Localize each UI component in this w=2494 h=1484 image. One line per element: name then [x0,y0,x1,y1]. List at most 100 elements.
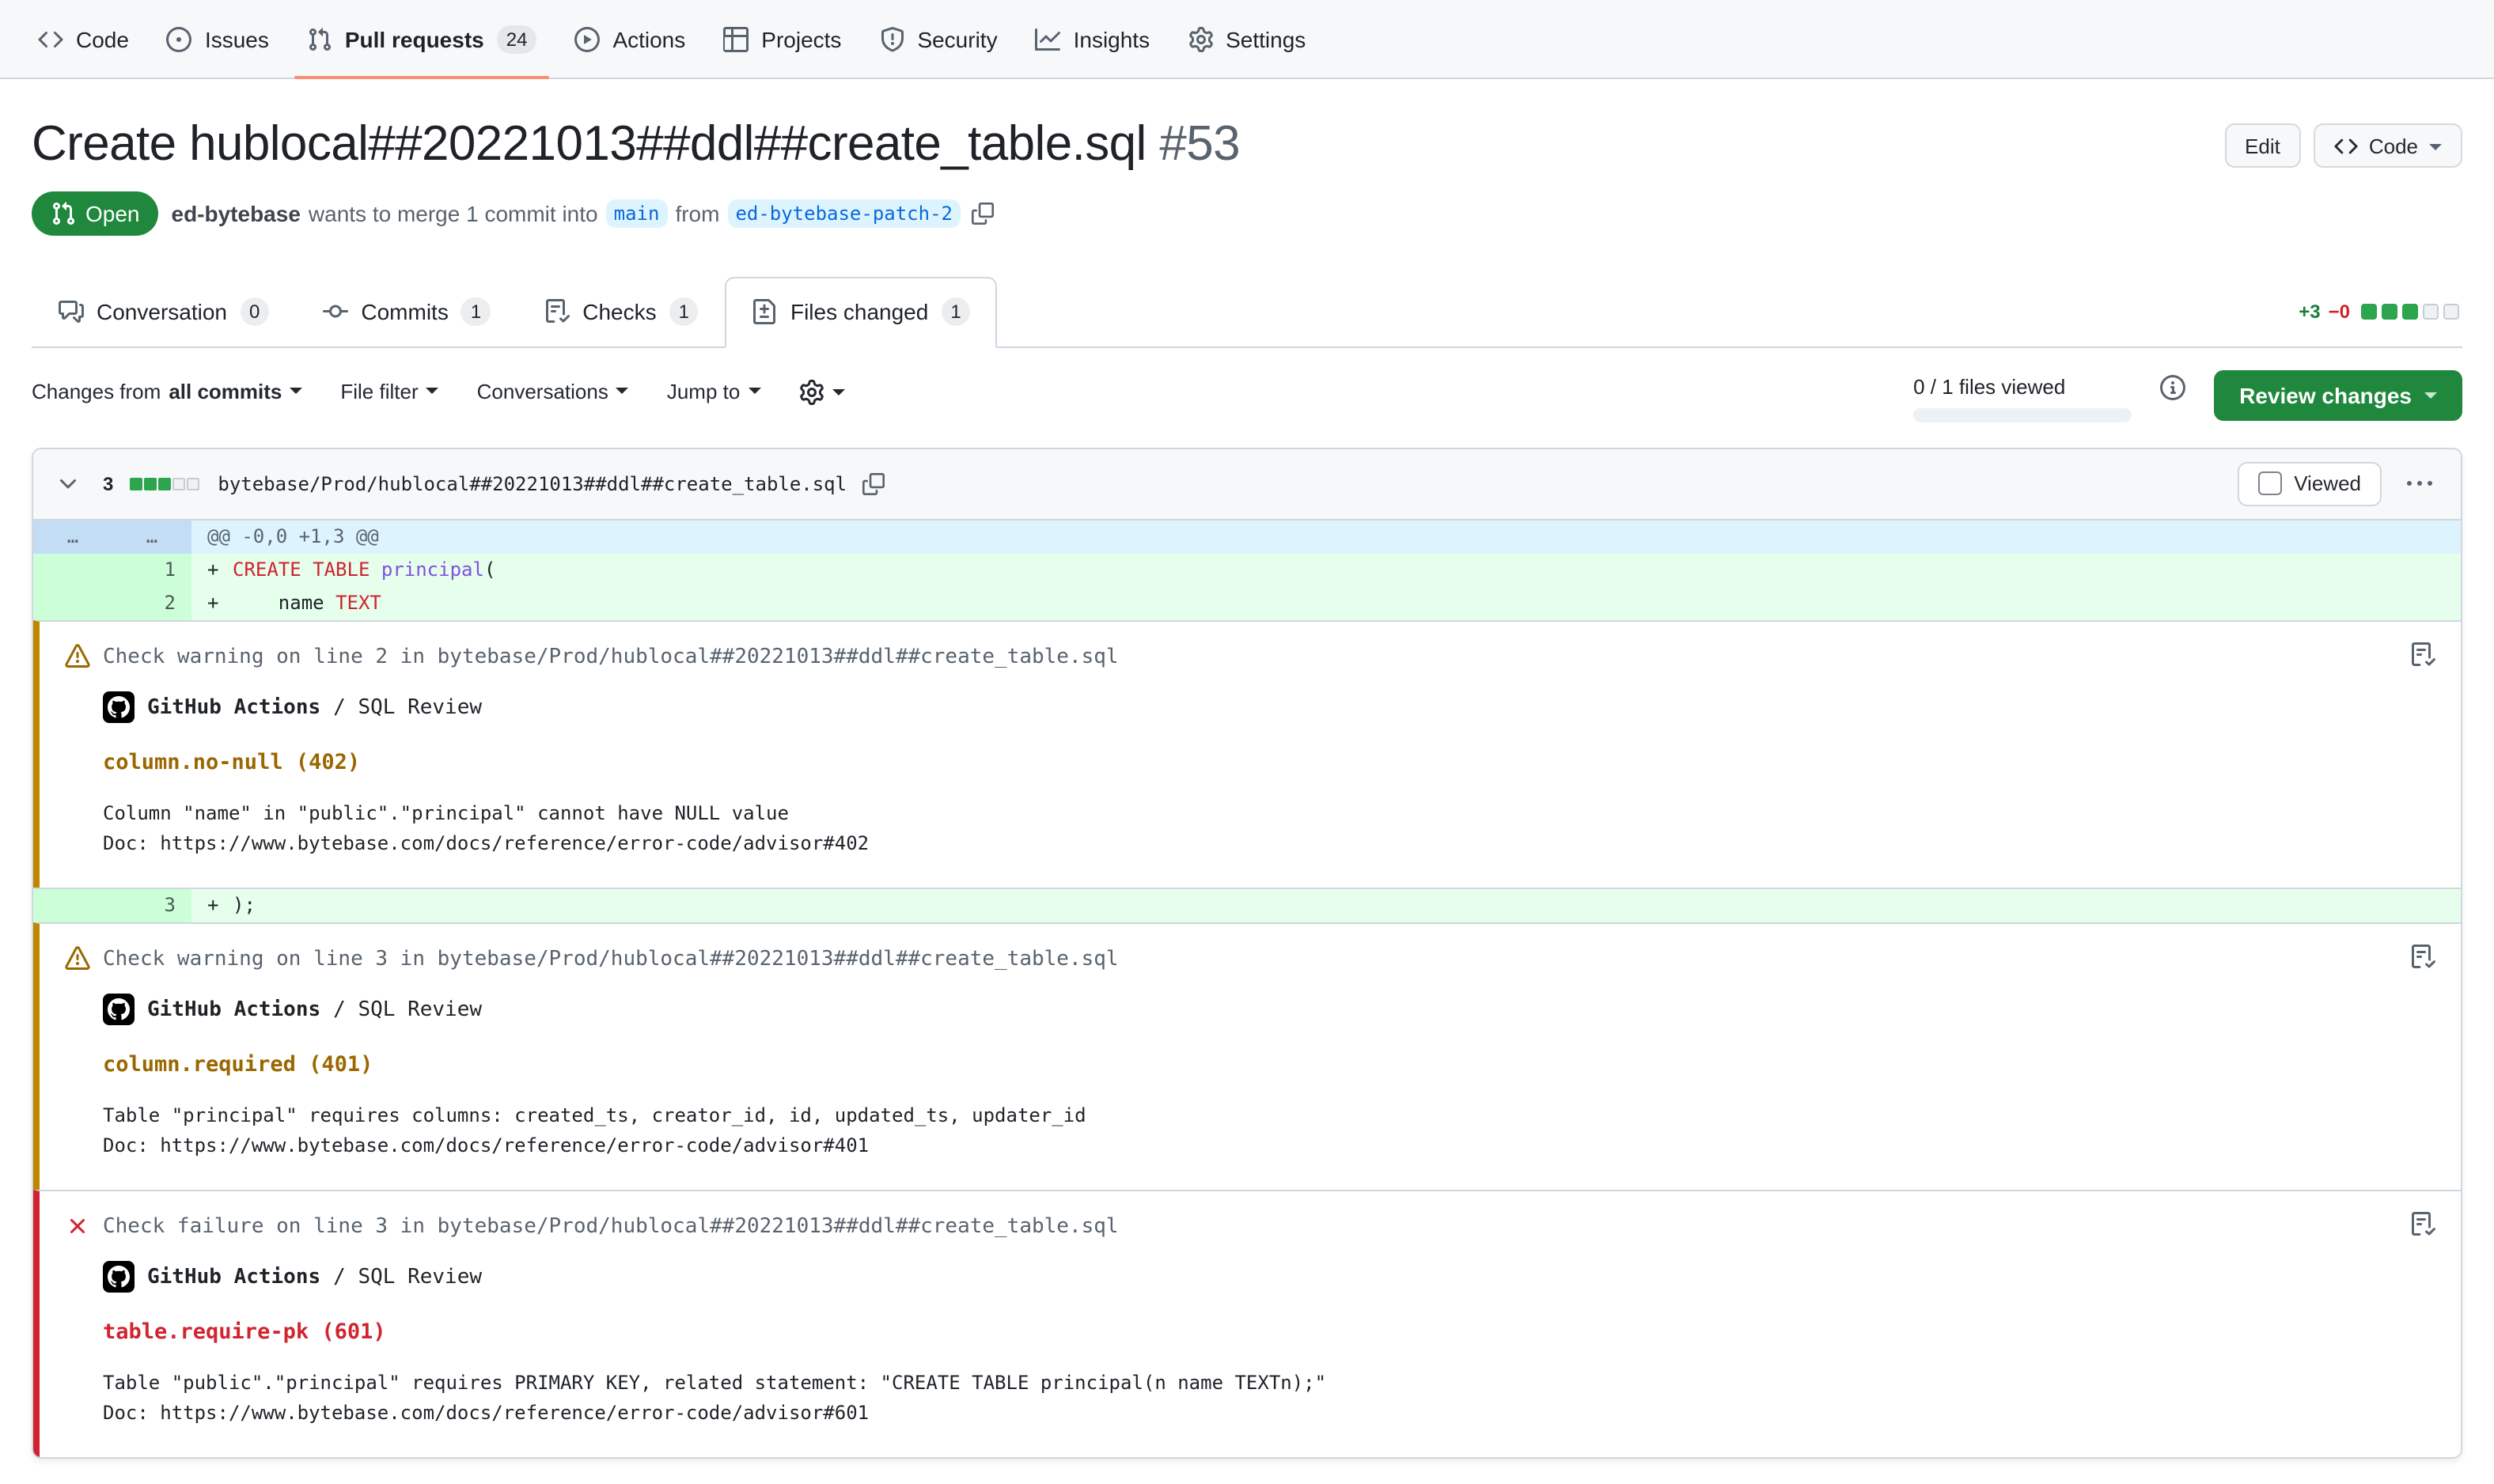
check-app-row: GitHub Actions / SQL Review [103,1261,2435,1294]
tab-files-changed[interactable]: Files changed 1 [726,277,998,348]
page-title: Create hublocal##20221013##ddl##create_t… [32,114,1240,176]
check-app-name: GitHub Actions [147,691,320,725]
tab-count: 0 [240,298,269,327]
avatar [103,692,135,724]
view-check-run-button[interactable] [2410,642,2435,668]
diff-settings-dropdown[interactable] [798,380,844,405]
review-area: 0 / 1 files viewed Review changes [1913,370,2462,422]
nav-item-issues[interactable]: Issues [154,1,282,77]
project-icon [723,26,749,51]
nav-item-actions[interactable]: Actions [562,1,698,77]
check-rule-title: column.no-null (402) [103,747,2435,780]
author-link[interactable]: ed-bytebase [172,201,301,226]
file-filter-label: File filter [340,380,418,403]
expand-diff-button[interactable]: … [112,521,191,554]
new-line-number: 2 [112,587,191,620]
nav-item-insights[interactable]: Insights [1023,1,1163,77]
tab-count: 1 [941,298,970,327]
nav-label: Settings [1226,26,1306,51]
files-toolbar: Changes from all commits File filter Con… [32,370,2462,422]
checklist-icon [2410,945,2435,970]
files-viewed-info-button[interactable] [2160,370,2185,400]
tab-checks[interactable]: Checks 1 [517,277,726,348]
conversations-dropdown[interactable]: Conversations [477,380,629,403]
nav-item-security[interactable]: Security [866,1,1010,77]
tab-commits[interactable]: Commits 1 [296,277,517,348]
hunk-header-row: … … @@ -0,0 +1,3 @@ [33,521,2461,554]
diff-line-1: 1 +CREATE TABLE principal( [33,554,2461,587]
nav-label: Insights [1074,26,1150,51]
old-line-number [33,587,112,620]
nav-label: Code [76,26,129,51]
nav-item-pull-requests[interactable]: Pull requests 24 [294,1,550,77]
pull-requests-count: 24 [497,25,537,53]
diffstat-square [2443,304,2459,320]
file-header: 3 bytebase/Prod/hublocal##20221013##ddl#… [33,449,2461,521]
annotation-header: Check warning on line 2 in bytebase/Prod… [65,644,2435,671]
nav-item-code[interactable]: Code [25,1,142,77]
code-text: ); [233,894,256,916]
file-filter-dropdown[interactable]: File filter [340,380,438,403]
diffstat-square [129,478,142,490]
chevron-down-icon [290,388,302,401]
nav-item-settings[interactable]: Settings [1175,1,1318,77]
status-badge-label: Open [85,201,140,226]
chevron-down-icon [2429,143,2442,156]
viewed-checkbox[interactable] [2257,472,2281,496]
chevron-down-icon [832,389,844,402]
review-changes-label: Review changes [2239,383,2412,408]
file-options-kebab-button[interactable] [2401,465,2439,503]
nav-label: Security [917,26,997,51]
conversations-label: Conversations [477,380,608,403]
collapse-file-button[interactable] [49,465,87,503]
diffstat-square [2382,304,2397,320]
jump-to-dropdown[interactable]: Jump to [667,380,761,403]
code-entity: principal [381,558,484,581]
tab-conversation[interactable]: Conversation 0 [32,277,296,348]
avatar [103,1262,135,1293]
copy-file-path-button[interactable] [862,473,885,495]
head-branch-link[interactable]: ed-bytebase-patch-2 [727,199,961,228]
expand-diff-button[interactable]: … [33,521,112,554]
code-icon [38,26,63,51]
review-changes-button[interactable]: Review changes [2214,370,2462,421]
check-app-row: GitHub Actions / SQL Review [103,994,2435,1027]
check-app-row: GitHub Actions / SQL Review [103,691,2435,725]
checklist-icon [2410,1212,2435,1237]
code-button-label: Code [2369,134,2418,157]
base-branch-link[interactable]: main [606,199,668,228]
file-path-link[interactable]: bytebase/Prod/hublocal##20221013##ddl##c… [218,473,847,495]
edit-button[interactable]: Edit [2224,123,2301,168]
check-doc-link: Doc: https://www.bytebase.com/docs/refer… [103,829,2435,859]
chevron-down-icon [55,471,81,497]
viewed-toggle-button[interactable]: Viewed [2237,462,2382,506]
tab-count: 1 [461,298,491,327]
view-check-run-button[interactable] [2410,1212,2435,1237]
check-annotation-warning-line-2: Check warning on line 2 in bytebase/Prod… [33,620,2461,888]
check-app-name: GitHub Actions [147,1261,320,1294]
check-annotation-warning-line-3: Check warning on line 3 in bytebase/Prod… [33,922,2461,1190]
code-dropdown-button[interactable]: Code [2314,123,2462,168]
nav-label: Issues [205,26,269,51]
check-app-name: GitHub Actions [147,994,320,1027]
info-icon [2160,375,2185,400]
pr-state-row: Open ed-bytebase wants to merge 1 commit… [32,191,2462,236]
chevron-down-icon [2424,393,2437,406]
pr-title-text: Create hublocal##20221013##ddl##create_t… [32,115,1147,171]
chevron-down-icon [748,388,760,401]
file-diff-icon [752,300,778,325]
chevron-down-icon [616,388,629,401]
file-diffstat-squares [129,478,199,490]
comment-icon [59,300,84,325]
changes-from-dropdown[interactable]: Changes from all commits [32,380,302,403]
merge-text: wants to merge 1 commit into [309,201,598,226]
check-message: Table "principal" requires columns: crea… [103,1101,2435,1131]
check-rule-title: table.require-pk (601) [103,1316,2435,1350]
diffstat-square [2402,304,2418,320]
view-check-run-button[interactable] [2410,945,2435,970]
copy-branch-button[interactable] [972,203,994,225]
diffstat-square [2361,304,2377,320]
nav-item-projects[interactable]: Projects [711,1,854,77]
annotation-header-text: Check failure on line 3 in bytebase/Prod… [103,1213,1119,1240]
diffstat-square [186,478,199,490]
